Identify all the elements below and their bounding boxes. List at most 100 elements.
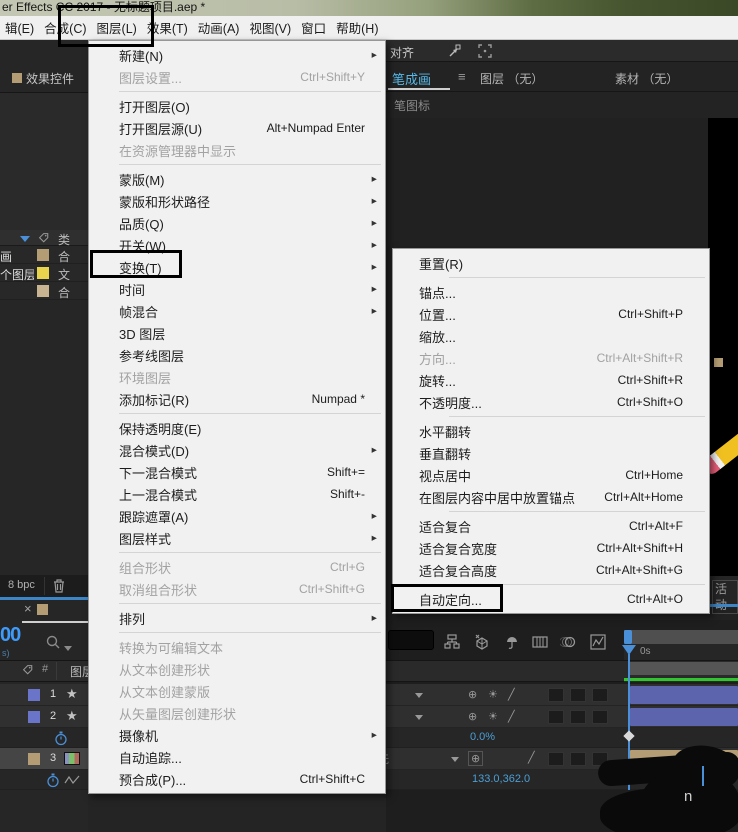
sort-arrow-icon[interactable]: [20, 236, 30, 242]
menu-item[interactable]: 下一混合模式 Shift+= ▶: [89, 461, 385, 483]
layer-row-3[interactable]: 3: [0, 748, 88, 770]
menu-item[interactable]: 锚点... ▶: [393, 281, 709, 303]
label-tag-icon[interactable]: [38, 232, 51, 245]
playhead-handle[interactable]: [622, 645, 636, 655]
menu-item[interactable]: 不透明度... Ctrl+Shift+O ▶: [393, 391, 709, 413]
matte-chip[interactable]: [570, 752, 586, 766]
matte-chip[interactable]: [592, 710, 608, 724]
layer-row-2[interactable]: 2 ★: [0, 706, 88, 728]
menu-item[interactable]: 缩放... ▶: [393, 325, 709, 347]
anchor-switch-icon[interactable]: ⊕: [468, 710, 477, 723]
menu-item[interactable]: 环境图层 ▶: [89, 366, 385, 388]
menu-item[interactable]: 品质(Q) ▶: [89, 212, 385, 234]
current-timecode[interactable]: 00: [0, 624, 21, 647]
region-of-interest-icon[interactable]: [477, 43, 493, 59]
chevron-down-icon[interactable]: [451, 757, 459, 762]
layer-duration-bar[interactable]: [630, 708, 738, 726]
matte-chip[interactable]: [548, 688, 564, 702]
menu-item[interactable]: 位置... Ctrl+Shift+P ▶: [393, 303, 709, 325]
menu-item[interactable]: 从矢量图层创建形状 ▶: [89, 702, 385, 724]
comp-mini-field[interactable]: [388, 630, 434, 650]
menu-item[interactable]: 帧混合 ▶: [89, 300, 385, 322]
menu-item[interactable]: ▶: [89, 600, 385, 607]
project-row[interactable]: 合: [0, 282, 88, 300]
layer-duration-bar[interactable]: [630, 686, 738, 704]
menu-item[interactable]: ▶: [89, 410, 385, 417]
menu-item[interactable]: 水平翻转 ▶: [393, 420, 709, 442]
layer-label-chip[interactable]: [28, 711, 40, 723]
menu-item[interactable]: 打开图层(O) ▶: [89, 95, 385, 117]
work-area-bar[interactable]: [624, 630, 738, 644]
menu-item[interactable]: ▶: [393, 413, 709, 420]
tab-effect-controls[interactable]: 效果控件: [26, 70, 74, 87]
menubar-item[interactable]: 辑(E): [0, 18, 39, 37]
menu-item[interactable]: ▶: [89, 88, 385, 95]
label-tag-icon[interactable]: [22, 664, 35, 677]
panel-menu-icon[interactable]: ≡: [458, 69, 466, 84]
menu-item[interactable]: ▶: [89, 629, 385, 636]
menu-item[interactable]: 新建(N) ▶: [89, 44, 385, 66]
menubar-item[interactable]: 视图(V): [244, 18, 296, 37]
flowchart-icon[interactable]: [444, 634, 460, 650]
search-options-caret-icon[interactable]: [64, 646, 72, 651]
menu-item[interactable]: 预合成(P)... Ctrl+Shift+C ▶: [89, 768, 385, 790]
project-row[interactable]: 个图层 文: [0, 264, 88, 282]
layer-label-chip[interactable]: [28, 689, 40, 701]
graph-editor-icon[interactable]: [590, 634, 606, 650]
layer-name-column-header[interactable]: 图层: [70, 663, 88, 680]
menu-item[interactable]: 适合复合宽度 Ctrl+Alt+Shift+H ▶: [393, 537, 709, 559]
menubar-item[interactable]: 窗口: [296, 18, 331, 37]
menubar-item[interactable]: 动画(A): [193, 18, 245, 37]
menu-item[interactable]: 视点居中 Ctrl+Home ▶: [393, 464, 709, 486]
layer-label-chip[interactable]: [28, 753, 40, 765]
menu-item[interactable]: 从文本创建蒙版 ▶: [89, 680, 385, 702]
position-value[interactable]: 133.0,362.0: [472, 773, 530, 785]
layer-row-1[interactable]: 1 ★: [0, 684, 88, 706]
menu-item[interactable]: 旋转... Ctrl+Shift+R ▶: [393, 369, 709, 391]
menu-item[interactable]: 保持透明度(E) ▶: [89, 417, 385, 439]
menu-item[interactable]: 自动追踪... ▶: [89, 746, 385, 768]
chevron-down-icon[interactable]: [415, 715, 423, 720]
trash-icon[interactable]: [52, 578, 66, 594]
number-column-header[interactable]: #: [42, 663, 48, 675]
menu-item[interactable]: 蒙版和形状路径 ▶: [89, 190, 385, 212]
search-icon[interactable]: [44, 633, 62, 651]
shy-layers-icon[interactable]: [504, 634, 520, 650]
frame-blend-icon[interactable]: [532, 634, 548, 650]
menu-item[interactable]: 适合复合高度 Ctrl+Alt+Shift+G ▶: [393, 559, 709, 581]
selection-arrow-icon[interactable]: [446, 43, 462, 59]
matte-chip[interactable]: [570, 688, 586, 702]
menu-item[interactable]: 垂直翻转 ▶: [393, 442, 709, 464]
motion-blur-icon[interactable]: [560, 634, 576, 650]
menu-item[interactable]: 重置(R) ▶: [393, 252, 709, 274]
stopwatch-icon[interactable]: [54, 731, 68, 746]
active-camera-dropdown[interactable]: 活动: [712, 580, 738, 614]
menu-item[interactable]: 跟踪遮罩(A) ▶: [89, 505, 385, 527]
menu-item[interactable]: 添加标记(R) Numpad * ▶: [89, 388, 385, 410]
tab-composition[interactable]: 笔成画: [392, 69, 431, 88]
close-icon[interactable]: ×: [24, 601, 32, 616]
menu-item[interactable]: 混合模式(D) ▶: [89, 439, 385, 461]
menu-item[interactable]: 参考线图层 ▶: [89, 344, 385, 366]
matte-chip[interactable]: [548, 710, 564, 724]
work-area-start-handle[interactable]: [624, 630, 632, 644]
label-color-chip[interactable]: [37, 249, 49, 261]
collapse-switch-icon[interactable]: ☀: [488, 710, 498, 723]
menu-item[interactable]: 3D 图层 ▶: [89, 322, 385, 344]
menu-item[interactable]: 蒙版(M) ▶: [89, 168, 385, 190]
menu-item[interactable]: 图层设置... Ctrl+Shift+Y ▶: [89, 66, 385, 88]
collapse-switch-icon[interactable]: ☀: [488, 688, 498, 701]
menu-item[interactable]: ▶: [393, 274, 709, 281]
menu-item[interactable]: 在资源管理器中显示 ▶: [89, 139, 385, 161]
label-color-chip[interactable]: [37, 267, 49, 279]
opacity-value[interactable]: 0.0%: [470, 731, 495, 743]
menu-item[interactable]: 转换为可编辑文本 ▶: [89, 636, 385, 658]
matte-chip[interactable]: [548, 752, 564, 766]
menu-item[interactable]: 上一混合模式 Shift+- ▶: [89, 483, 385, 505]
tab-layer-viewer[interactable]: 图层 （无）: [480, 70, 543, 87]
tab-footage-viewer[interactable]: 素材 （无）: [615, 70, 678, 87]
quality-switch-icon[interactable]: ╱: [528, 751, 535, 764]
menu-item[interactable]: 适合复合 Ctrl+Alt+F ▶: [393, 515, 709, 537]
label-color-chip[interactable]: [37, 285, 49, 297]
stopwatch-icon[interactable]: [46, 773, 60, 788]
